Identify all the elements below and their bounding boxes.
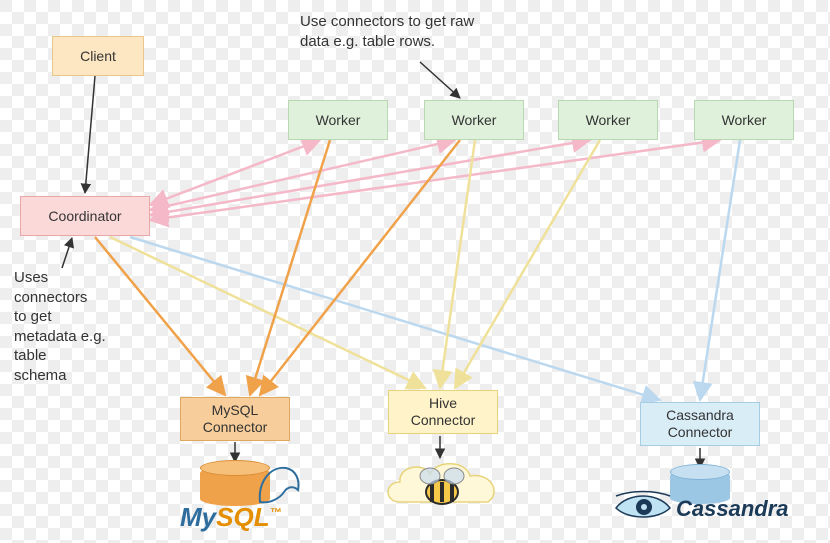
- mysql-dolphin-icon: [256, 462, 302, 506]
- node-hive-connector: Hive Connector: [388, 390, 498, 434]
- edge-client-coordinator: [85, 76, 95, 193]
- annotation-coordinator-note: Uses connectors to get metadata e.g. tab…: [14, 268, 106, 385]
- node-client: Client: [52, 36, 144, 76]
- mysql-logo-text: MySQL™: [180, 502, 282, 533]
- edge-note-worker: [420, 62, 460, 98]
- edge-w1-mysql: [250, 140, 330, 395]
- node-mysql-connector: MySQL Connector: [180, 397, 290, 441]
- edge-coord-w4: [150, 140, 720, 220]
- node-worker-2: Worker: [424, 100, 524, 140]
- edge-coord-w3: [150, 140, 590, 215]
- edge-coord-w2: [150, 140, 455, 210]
- edge-w3-hive: [455, 140, 600, 388]
- edge-w2-hive: [440, 140, 475, 388]
- node-coordinator: Coordinator: [20, 196, 150, 236]
- node-cassandra-connector: Cassandra Connector: [640, 402, 760, 446]
- node-worker-3: Worker: [558, 100, 658, 140]
- edge-coord-hive: [110, 237, 425, 388]
- edge-w4-cass: [700, 140, 740, 400]
- edge-note-coordinator: [62, 238, 72, 268]
- edge-coord-mysql: [95, 237, 225, 395]
- annotation-worker-note: Use connectors to get raw data e.g. tabl…: [300, 12, 474, 51]
- cassandra-logo-text: Cassandra: [676, 496, 789, 522]
- node-worker-4: Worker: [694, 100, 794, 140]
- edge-coord-cass: [130, 237, 660, 400]
- edge-w2-mysql: [260, 140, 460, 395]
- node-worker-1: Worker: [288, 100, 388, 140]
- edge-coord-w1: [150, 140, 320, 205]
- cassandra-eye-icon: [614, 490, 672, 524]
- hive-bee-icon: [416, 462, 468, 510]
